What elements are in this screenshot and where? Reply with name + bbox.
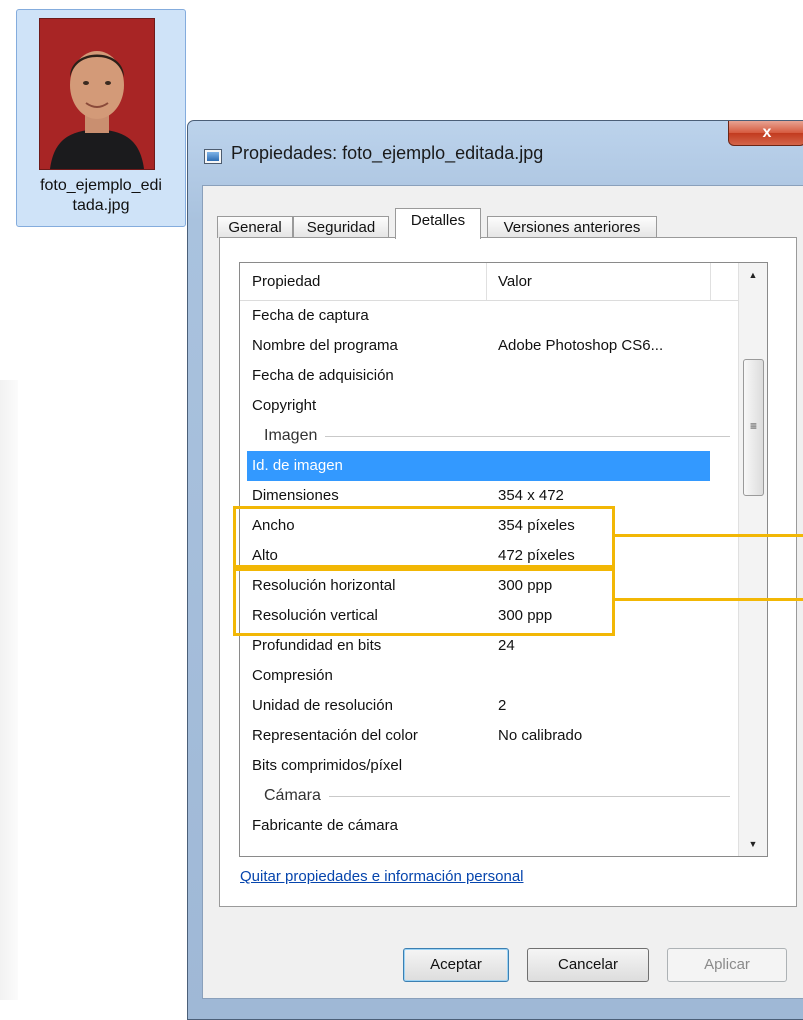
highlight-pointer-line [615, 598, 803, 601]
property-value: 2 [498, 697, 507, 714]
group-separator-line [264, 436, 730, 437]
property-name: Copyright [252, 397, 317, 414]
property-row[interactable]: Compresión [240, 661, 740, 691]
tab-previous-versions[interactable]: Versiones anteriores [487, 216, 657, 238]
desktop-file-icon[interactable]: foto_ejemplo_edi tada.jpg [16, 9, 186, 227]
column-header-property[interactable]: Propiedad [240, 263, 472, 300]
property-value: No calibrado [498, 727, 583, 744]
tab-general[interactable]: General [217, 216, 293, 238]
column-header-value[interactable]: Valor [486, 263, 718, 300]
property-name: Compresión [252, 667, 333, 684]
remove-properties-link[interactable]: Quitar propiedades e información persona… [240, 868, 524, 885]
apply-button[interactable]: Aplicar [667, 948, 787, 982]
file-name-label: foto_ejemplo_edi tada.jpg [17, 176, 185, 216]
property-row[interactable]: Fecha de captura [240, 301, 740, 331]
highlight-size-box [233, 506, 615, 568]
property-name: Fecha de captura [252, 307, 369, 324]
property-name: Unidad de resolución [252, 697, 393, 714]
property-row[interactable]: Unidad de resolución 2 [240, 691, 740, 721]
list-header: Propiedad Valor [240, 263, 740, 301]
scroll-thumb[interactable]: ≡ [743, 359, 764, 496]
file-name-line2: tada.jpg [72, 197, 130, 214]
property-value: Adobe Photoshop CS6... [498, 337, 664, 354]
property-row[interactable]: Fabricante de cámara [240, 811, 740, 841]
property-row[interactable]: Fecha de adquisición [240, 361, 740, 391]
property-row[interactable]: Copyright [240, 391, 740, 421]
property-row[interactable]: Nombre del programa Adobe Photoshop CS6..… [240, 331, 740, 361]
desktop-shadow [0, 380, 18, 1000]
photo-thumbnail [39, 18, 155, 170]
group-label: Cámara [264, 781, 329, 811]
property-name: Representación del color [252, 727, 418, 744]
property-row[interactable]: Bits comprimidos/píxel [240, 751, 740, 781]
vertical-scrollbar[interactable]: ▲ ≡ ▼ [738, 263, 767, 856]
window-icon [204, 149, 222, 164]
close-button[interactable]: x [728, 121, 803, 146]
property-row-selected[interactable]: Id. de imagen [247, 451, 710, 481]
property-name: Fecha de adquisición [252, 367, 394, 384]
property-name: Nombre del programa [252, 337, 398, 354]
cancel-button[interactable]: Cancelar [527, 948, 649, 982]
dialog-title: Propiedades: foto_ejemplo_editada.jpg [231, 143, 544, 163]
group-header-row[interactable]: Imagen [240, 421, 740, 451]
scroll-up-arrow-icon[interactable]: ▲ [739, 263, 767, 287]
property-name: Id. de imagen [252, 457, 343, 474]
property-name: Bits comprimidos/píxel [252, 757, 403, 774]
file-name-line1: foto_ejemplo_edi [40, 177, 162, 194]
column-divider[interactable] [710, 263, 711, 300]
group-label: Imagen [264, 421, 326, 451]
grip-icon: ≡ [749, 419, 757, 433]
tab-security[interactable]: Seguridad [293, 216, 389, 238]
property-row[interactable]: Representación del color No calibrado [240, 721, 740, 751]
highlight-pointer-line [615, 534, 803, 537]
portrait-image [40, 19, 154, 169]
group-header-row[interactable]: Cámara [240, 781, 740, 811]
close-icon: x [762, 124, 772, 141]
property-name: Fabricante de cámara [252, 817, 398, 834]
highlight-resolution-box [233, 568, 615, 636]
group-separator-line [264, 796, 730, 797]
tab-details[interactable]: Detalles [395, 208, 481, 239]
scroll-down-arrow-icon[interactable]: ▼ [739, 832, 767, 856]
ok-button[interactable]: Aceptar [403, 948, 509, 982]
